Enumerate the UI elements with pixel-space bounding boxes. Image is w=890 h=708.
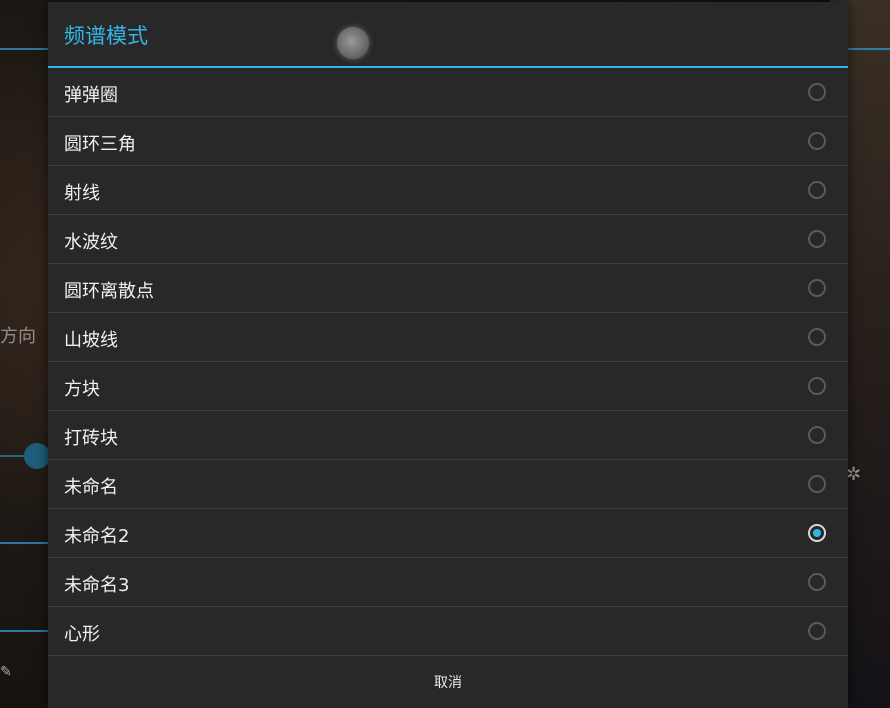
option-item-selected[interactable]: 未命名2 xyxy=(48,509,848,558)
option-label: 圆环三角 xyxy=(64,134,136,155)
background-divider xyxy=(0,630,48,632)
radio-button[interactable] xyxy=(808,426,826,444)
option-item[interactable]: 射线 xyxy=(48,166,848,215)
option-label: 方块 xyxy=(64,379,100,400)
radio-button[interactable] xyxy=(808,622,826,640)
option-label: 未命名 xyxy=(64,477,118,498)
option-item[interactable]: 圆环离散点 xyxy=(48,264,848,313)
option-label: 未命名3 xyxy=(64,575,130,596)
radio-button[interactable] xyxy=(808,83,826,101)
radio-button[interactable] xyxy=(808,279,826,297)
option-item[interactable]: 未命名 xyxy=(48,460,848,509)
radio-button[interactable] xyxy=(808,328,826,346)
option-label: 圆环离散点 xyxy=(64,281,154,302)
option-item[interactable]: 水波纹 xyxy=(48,215,848,264)
option-label: 打砖块 xyxy=(64,428,118,449)
background-divider xyxy=(848,48,890,50)
cancel-button[interactable]: 取消 xyxy=(48,655,848,708)
option-item[interactable]: 方块 xyxy=(48,362,848,411)
radio-button-checked[interactable] xyxy=(808,524,826,542)
option-list: 弹弹圈 圆环三角 射线 水波纹 圆环离散点 山坡线 方块 打砖块 未命名 未命名… xyxy=(48,68,848,656)
option-label: 心形 xyxy=(64,624,100,645)
option-item[interactable]: 打砖块 xyxy=(48,411,848,460)
background-slider-knob xyxy=(24,443,50,469)
option-item[interactable]: 圆环三角 xyxy=(48,117,848,166)
background-divider xyxy=(0,542,48,544)
option-label: 山坡线 xyxy=(64,330,118,351)
radio-button[interactable] xyxy=(808,377,826,395)
background-label: 方向 xyxy=(0,326,36,347)
radio-button[interactable] xyxy=(808,573,826,591)
radio-button[interactable] xyxy=(808,230,826,248)
option-label: 水波纹 xyxy=(64,232,118,253)
option-item[interactable]: 心形 xyxy=(48,607,848,656)
radio-button[interactable] xyxy=(808,181,826,199)
option-label: 弹弹圈 xyxy=(64,85,118,106)
option-item[interactable]: 山坡线 xyxy=(48,313,848,362)
option-label: 射线 xyxy=(64,183,100,204)
pencil-icon: ✎ xyxy=(0,664,12,680)
touch-indicator xyxy=(337,27,369,59)
spectrum-mode-dialog: 频谱模式 弹弹圈 圆环三角 射线 水波纹 圆环离散点 山坡线 方块 打砖块 未命… xyxy=(48,2,848,708)
dialog-footer: 取消 xyxy=(48,655,848,708)
gear-icon: ✲ xyxy=(846,464,862,485)
dialog-title: 频谱模式 xyxy=(64,24,148,48)
background-divider xyxy=(0,48,48,50)
dialog-header: 频谱模式 xyxy=(48,2,848,68)
option-item[interactable]: 弹弹圈 xyxy=(48,68,848,117)
radio-button[interactable] xyxy=(808,132,826,150)
option-label: 未命名2 xyxy=(64,526,130,547)
option-item[interactable]: 未命名3 xyxy=(48,558,848,607)
radio-button[interactable] xyxy=(808,475,826,493)
